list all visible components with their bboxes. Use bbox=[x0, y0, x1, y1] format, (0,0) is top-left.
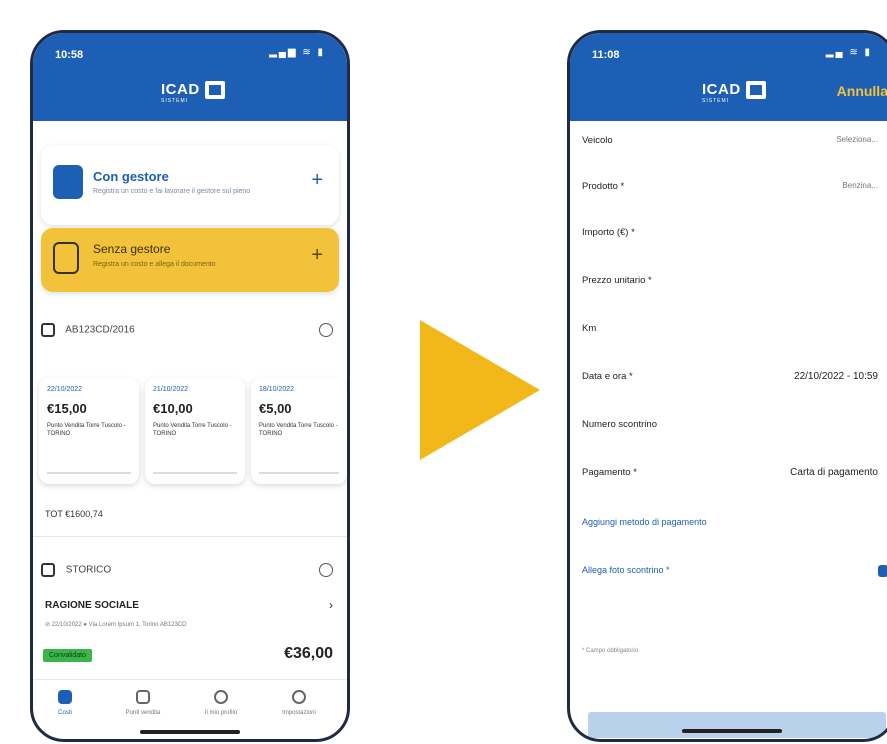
phone-right: 11:08 ▂▄ ≋ ▮ ICAD SISTEMI Annulla Veicol… bbox=[567, 30, 887, 742]
add-payment-method-link[interactable]: Aggiungi metodo di pagamento bbox=[582, 517, 707, 527]
divider bbox=[153, 472, 237, 474]
cost-date: 22/10/2022 bbox=[47, 386, 83, 393]
vehicle-row[interactable]: AB123CD/2016 bbox=[41, 323, 341, 337]
phone-left: 10:58 ▂▄▆ ≋ ▮ ICAD SISTEMI Con gestore R… bbox=[30, 30, 350, 742]
plus-icon[interactable]: + bbox=[311, 244, 323, 267]
divider bbox=[33, 536, 347, 537]
cost-amount: €10,00 bbox=[153, 401, 193, 416]
fuel-pump-icon bbox=[53, 165, 83, 199]
status-time: 11:08 bbox=[592, 49, 620, 61]
cost-date: 18/10/2022 bbox=[259, 386, 295, 393]
plus-icon[interactable]: + bbox=[311, 169, 323, 192]
bottom-nav: Costi Punti vendita Il mio profilo Impos… bbox=[33, 679, 347, 739]
arrow-right-icon bbox=[420, 320, 540, 460]
divider bbox=[259, 472, 339, 474]
header-bar: 11:08 ▂▄ ≋ ▮ ICAD SISTEMI Annulla bbox=[570, 33, 887, 121]
field-label: Veicolo bbox=[582, 135, 613, 146]
storico-row[interactable]: STORICO bbox=[41, 563, 341, 577]
logo-sub: SISTEMI bbox=[161, 98, 189, 104]
cost-desc: Punto Vendita Torre Tuscolo - TORINO bbox=[47, 423, 126, 437]
field-veicolo[interactable]: Veicolo Seleziona... › bbox=[582, 135, 887, 146]
camera-icon[interactable] bbox=[878, 565, 887, 577]
nav-label: Impostazioni bbox=[282, 710, 316, 716]
cost-date: 21/10/2022 bbox=[153, 386, 189, 393]
field-value: Benzina... bbox=[842, 181, 878, 190]
header-bar: 10:58 ▂▄▆ ≋ ▮ ICAD SISTEMI bbox=[33, 33, 347, 121]
logo-icon bbox=[205, 81, 225, 99]
required-note: * Campo obbligatorio bbox=[582, 648, 639, 654]
location-icon bbox=[136, 690, 150, 704]
status-icons: ▂▄▆ ≋ ▮ bbox=[269, 47, 325, 58]
field-label: Data e ora * bbox=[582, 371, 633, 382]
status-icons: ▂▄ ≋ ▮ bbox=[825, 47, 872, 58]
user-icon bbox=[214, 690, 228, 704]
car-icon bbox=[41, 323, 55, 337]
field-prezzo[interactable]: Prezzo unitario * bbox=[582, 275, 887, 286]
nav-label: Costi bbox=[58, 710, 72, 716]
divider bbox=[47, 472, 131, 474]
field-label: Numero scontrino bbox=[582, 419, 657, 430]
field-km[interactable]: Km bbox=[582, 323, 887, 334]
field-label: Prodotto * bbox=[582, 181, 625, 192]
submit-button[interactable] bbox=[588, 712, 886, 738]
home-indicator bbox=[140, 730, 240, 734]
business-name: RAGIONE SOCIALE bbox=[45, 600, 139, 611]
total-label: TOT €1600,74 bbox=[45, 509, 103, 519]
logo-text: ICAD bbox=[161, 81, 200, 98]
filter-icon[interactable] bbox=[319, 323, 333, 337]
nav-punti-vendita[interactable]: Punti vendita bbox=[113, 690, 173, 716]
logo-sub: SISTEMI bbox=[702, 98, 730, 104]
cost-amount: €15,00 bbox=[47, 401, 87, 416]
field-value: Seleziona... bbox=[836, 135, 878, 144]
cost-amount: €5,00 bbox=[259, 401, 292, 416]
calendar-icon bbox=[41, 563, 55, 577]
cancel-button[interactable]: Annulla bbox=[837, 83, 887, 99]
con-gestore-card[interactable]: Con gestore Registra un costo e fai lavo… bbox=[41, 145, 339, 225]
cost-card[interactable]: 21/10/2022 €10,00 Punto Vendita Torre Tu… bbox=[145, 378, 245, 484]
storico-label: STORICO bbox=[65, 564, 112, 576]
cost-card[interactable]: 18/10/2022 €5,00 Punto Vendita Torre Tus… bbox=[251, 378, 347, 484]
field-pagamento[interactable]: Pagamento * Carta di pagamento › bbox=[582, 467, 887, 478]
field-value: Carta di pagamento bbox=[790, 467, 878, 478]
vehicle-label: AB123CD/2016 bbox=[65, 324, 135, 336]
cost-card[interactable]: 22/10/2022 €15,00 Punto Vendita Torre Tu… bbox=[39, 378, 139, 484]
field-value: 22/10/2022 - 10:59 bbox=[794, 371, 878, 382]
nav-profilo[interactable]: Il mio profilo bbox=[191, 690, 251, 716]
field-importo[interactable]: Importo (€) * bbox=[582, 227, 887, 238]
status-badge: Convalidato bbox=[43, 649, 92, 662]
attach-receipt-link[interactable]: Allega foto scontrino * bbox=[582, 565, 887, 577]
cost-desc: Punto Vendita Torre Tuscolo - TORINO bbox=[259, 423, 338, 437]
attach-receipt-label: Allega foto scontrino * bbox=[582, 565, 670, 575]
chevron-right-icon[interactable]: › bbox=[329, 598, 333, 612]
card-subtitle: Registra un costo e fai lavorare il gest… bbox=[93, 188, 251, 195]
field-label: Importo (€) * bbox=[582, 227, 635, 238]
senza-gestore-card[interactable]: Senza gestore Registra un costo e allega… bbox=[41, 228, 339, 292]
filter-icon[interactable] bbox=[319, 563, 333, 577]
app-logo: ICAD SISTEMI bbox=[161, 81, 200, 104]
card-subtitle: Registra un costo e allega il documento bbox=[93, 261, 216, 268]
document-icon bbox=[58, 690, 72, 704]
nav-label: Punti vendita bbox=[125, 710, 161, 716]
card-title: Con gestore bbox=[93, 169, 169, 184]
nav-impostazioni[interactable]: Impostazioni bbox=[269, 690, 329, 716]
transaction-details: ⊘ 22/10/2022 ● Via Lorem Ipsum 1, Torino… bbox=[45, 622, 187, 628]
field-data-ora[interactable]: Data e ora * 22/10/2022 - 10:59 › bbox=[582, 371, 887, 382]
transaction-amount: €36,00 bbox=[284, 645, 333, 662]
field-numero-scontrino[interactable]: Numero scontrino bbox=[582, 419, 887, 430]
cost-desc: Punto Vendita Torre Tuscolo - TORINO bbox=[153, 423, 232, 437]
app-logo: ICAD SISTEMI bbox=[702, 81, 741, 104]
home-indicator bbox=[682, 729, 782, 733]
nav-label: Il mio profilo bbox=[204, 710, 238, 716]
field-label: Km bbox=[582, 323, 597, 334]
logo-icon bbox=[746, 81, 766, 99]
gear-icon bbox=[292, 690, 306, 704]
field-prodotto[interactable]: Prodotto * Benzina... › bbox=[582, 181, 887, 192]
nav-costi[interactable]: Costi bbox=[35, 690, 95, 716]
fuel-pump-icon bbox=[53, 242, 79, 274]
field-label: Pagamento * bbox=[582, 467, 637, 478]
card-title: Senza gestore bbox=[93, 242, 171, 256]
status-time: 10:58 bbox=[55, 49, 84, 61]
field-label: Prezzo unitario * bbox=[582, 275, 652, 286]
logo-text: ICAD bbox=[702, 81, 741, 98]
